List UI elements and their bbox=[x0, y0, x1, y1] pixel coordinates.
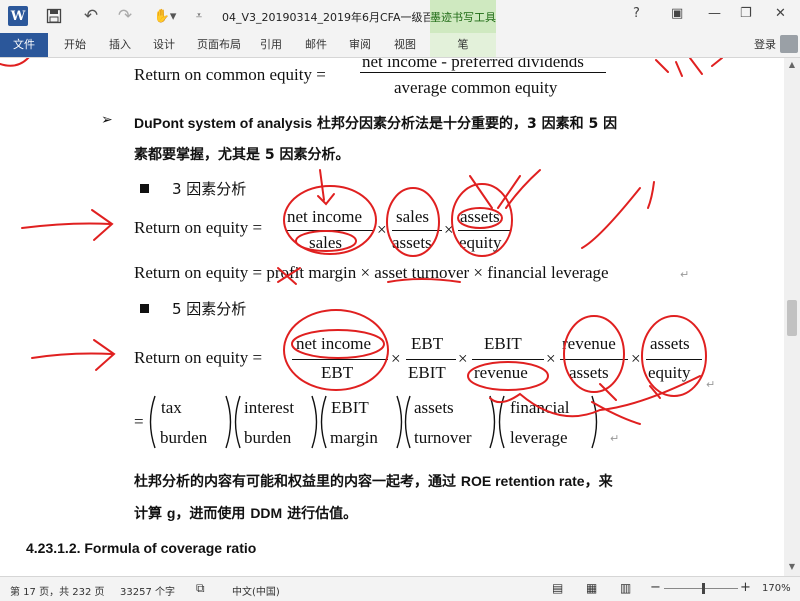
redo-icon[interactable]: ↷ bbox=[114, 6, 136, 26]
tab-references[interactable]: 引用 bbox=[253, 33, 289, 57]
title-bar: W ↶ ↷ ✋▾ ⩡ 04_V3_20190314_2019年6月CFA一级百题… bbox=[0, 0, 800, 33]
ink-arrow bbox=[21, 209, 114, 241]
sign-in-link[interactable]: 登录 bbox=[754, 33, 776, 57]
ink-stroke bbox=[0, 58, 30, 67]
ribbon-tabs: 文件 开始 插入 设计 页面布局 引用 邮件 审阅 视图 笔 登录 bbox=[0, 33, 800, 58]
ink-stroke bbox=[489, 375, 701, 425]
ink-circle bbox=[563, 315, 625, 393]
vertical-scrollbar[interactable]: ▲ ▼ bbox=[784, 58, 800, 576]
tab-home[interactable]: 开始 bbox=[57, 33, 93, 57]
ink-circle bbox=[386, 187, 440, 257]
word-count[interactable]: 33257 个字 bbox=[120, 583, 175, 598]
read-mode-icon[interactable]: ▤ bbox=[552, 581, 563, 595]
ink-stroke bbox=[469, 169, 541, 209]
ink-circle bbox=[283, 309, 389, 391]
close-button[interactable]: ✕ bbox=[775, 6, 786, 21]
print-layout-icon[interactable]: ▦ bbox=[586, 581, 597, 595]
ink-circle bbox=[467, 361, 549, 391]
ink-annotations bbox=[0, 58, 723, 425]
tab-mailings[interactable]: 邮件 bbox=[298, 33, 334, 57]
scrollbar-thumb[interactable] bbox=[787, 300, 797, 336]
ink-circle bbox=[641, 315, 707, 397]
status-bar: 第 17 页，共 232 页 33257 个字 ⧉ 中文(中国) ▤ ▦ ▥ −… bbox=[0, 576, 800, 601]
tab-view[interactable]: 视图 bbox=[387, 33, 423, 57]
tab-file[interactable]: 文件 bbox=[0, 33, 48, 57]
scroll-down-icon[interactable]: ▼ bbox=[784, 562, 800, 574]
ink-arrow bbox=[31, 339, 116, 371]
tab-design[interactable]: 设计 bbox=[146, 33, 182, 57]
ink-tools-context-title: 墨迹书写工具 bbox=[430, 0, 496, 33]
language-indicator[interactable]: 中文(中国) bbox=[232, 583, 280, 598]
tab-insert[interactable]: 插入 bbox=[102, 33, 138, 57]
customize-toolbar-icon[interactable]: ⩡ bbox=[192, 6, 206, 26]
help-button[interactable]: ? bbox=[633, 6, 640, 21]
ink-stroke bbox=[655, 58, 723, 77]
proofing-icon[interactable]: ⧉ bbox=[196, 581, 205, 596]
restore-button[interactable]: ❐ bbox=[740, 6, 752, 21]
avatar[interactable] bbox=[780, 35, 798, 53]
save-icon[interactable] bbox=[44, 6, 64, 26]
ink-circle bbox=[291, 329, 385, 359]
tab-layout[interactable]: 页面布局 bbox=[193, 33, 245, 57]
zoom-slider[interactable] bbox=[664, 588, 738, 589]
scroll-up-icon[interactable]: ▲ bbox=[784, 60, 800, 72]
undo-icon[interactable]: ↶ bbox=[80, 6, 102, 26]
zoom-level[interactable]: 170% bbox=[762, 583, 791, 594]
zoom-out-button[interactable]: − bbox=[650, 580, 661, 595]
tab-pen[interactable]: 笔 bbox=[430, 33, 496, 57]
ink-stroke bbox=[387, 278, 461, 283]
ink-stroke bbox=[581, 181, 655, 249]
word-app-icon: W bbox=[8, 6, 28, 26]
touch-mode-icon[interactable]: ✋▾ bbox=[152, 6, 178, 26]
ink-circle bbox=[457, 207, 503, 229]
ink-circle bbox=[295, 230, 357, 252]
zoom-slider-knob[interactable] bbox=[702, 583, 705, 594]
web-layout-icon[interactable]: ▥ bbox=[620, 581, 631, 595]
document-canvas[interactable]: Return on common equity = net income - p… bbox=[0, 58, 784, 576]
page-count[interactable]: 第 17 页，共 232 页 bbox=[10, 583, 105, 598]
ink-stroke bbox=[277, 267, 301, 285]
tab-review[interactable]: 审阅 bbox=[342, 33, 378, 57]
ribbon-display-options-icon[interactable]: ▣ bbox=[671, 6, 683, 21]
minimize-button[interactable]: — bbox=[708, 6, 721, 21]
zoom-in-button[interactable]: + bbox=[740, 580, 751, 595]
